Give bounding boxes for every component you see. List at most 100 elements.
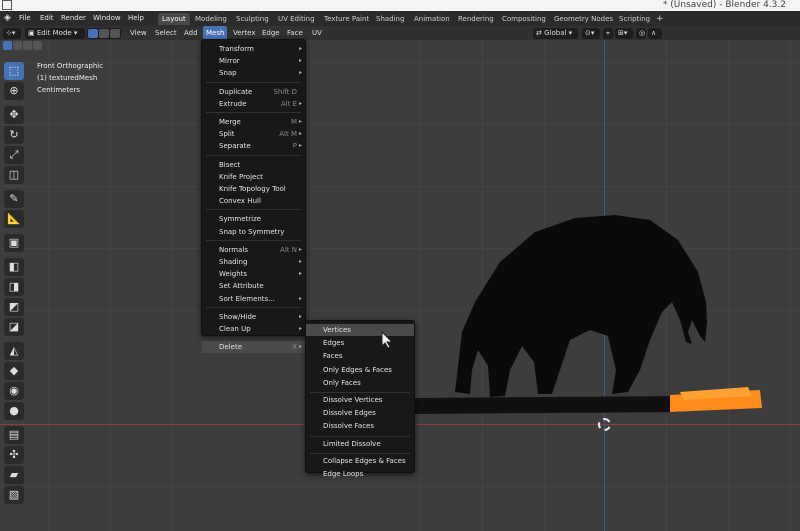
scale-tool-icon[interactable]: ⤢ [4, 146, 24, 164]
mesh-menu-merge[interactable]: Merge M ▸ [202, 116, 305, 128]
mesh-menu-shading[interactable]: Shading ▸ [202, 256, 305, 268]
mesh-menu-normals[interactable]: Normals Alt N ▸ [202, 244, 305, 256]
tab-compositing[interactable]: Compositing [498, 13, 550, 25]
delete-menu-dissolve-vertices[interactable]: Dissolve Vertices [306, 394, 414, 406]
tab-rendering[interactable]: Rendering [454, 13, 498, 25]
select-subtract-icon[interactable] [23, 41, 32, 50]
delete-menu-edge-loops[interactable]: Edge Loops [306, 468, 414, 480]
delete-menu-collapse-edges-faces[interactable]: Collapse Edges & Faces [306, 455, 414, 467]
header-menu-edge[interactable]: Edge [262, 26, 280, 40]
select-extend-icon[interactable] [13, 41, 22, 50]
editor-type-icon[interactable]: ⊹▾ [3, 28, 21, 39]
falloff-icon[interactable]: ∧ [648, 28, 662, 39]
move-tool-icon[interactable]: ✥ [4, 106, 24, 124]
menu-item-label: Transform [219, 45, 254, 53]
add-cube-tool-icon[interactable]: ▣ [4, 234, 24, 252]
extrude-region-tool-icon[interactable]: ◧ [4, 258, 24, 276]
submenu-arrow-icon: ▸ [298, 57, 302, 65]
proportional-edit-icon[interactable]: ◎ [636, 28, 646, 39]
mesh-menu-snap-to-symmetry[interactable]: Snap to Symmetry [202, 226, 305, 238]
rip-region-tool-icon[interactable]: ▧ [4, 486, 24, 504]
shortcut-label: Alt N [280, 245, 297, 254]
tab-animation[interactable]: Animation [410, 13, 454, 25]
transform-tool-icon[interactable]: ◫ [4, 166, 24, 184]
header-menu-vertex[interactable]: Vertex [233, 26, 256, 40]
header-menu-select[interactable]: Select [155, 26, 177, 40]
mesh-menu-separate[interactable]: Separate P ▸ [202, 140, 305, 152]
delete-menu-dissolve-edges[interactable]: Dissolve Edges [306, 407, 414, 419]
delete-menu-only-edges-faces[interactable]: Only Edges & Faces [306, 364, 414, 376]
header-menu-face[interactable]: Face [287, 26, 303, 40]
mesh-menu-set-attribute[interactable]: Set Attribute [202, 280, 305, 292]
select-invert-icon[interactable] [33, 41, 42, 50]
mesh-menu-knife-project[interactable]: Knife Project [202, 171, 305, 183]
mesh-menu-weights[interactable]: Weights ▸ [202, 268, 305, 280]
annotate-tool-icon[interactable]: ✎ [4, 190, 24, 208]
tab-layout[interactable]: Layout [158, 13, 190, 25]
pivot-icon[interactable]: ⊙▾ [582, 28, 600, 39]
mesh-menu-clean-up[interactable]: Clean Up ▸ [202, 323, 305, 335]
delete-menu-limited-dissolve[interactable]: Limited Dissolve [306, 438, 414, 450]
tab-texture-paint[interactable]: Texture Paint [320, 13, 373, 25]
edge-select-icon[interactable] [99, 29, 109, 38]
tab-sculpting[interactable]: Sculpting [232, 13, 273, 25]
delete-menu-dissolve-faces[interactable]: Dissolve Faces [306, 420, 414, 432]
menu-help[interactable]: Help [128, 11, 144, 26]
delete-menu-only-faces[interactable]: Only Faces [306, 377, 414, 389]
header-menu-view[interactable]: View [130, 26, 147, 40]
submenu-arrow-icon: ▸ [298, 270, 302, 278]
cursor-tool-icon[interactable]: ⊕ [4, 82, 24, 100]
snap-icon[interactable]: ⌖ [603, 28, 613, 39]
inset-faces-tool-icon[interactable]: ◨ [4, 278, 24, 296]
mesh-menu-split[interactable]: Split Alt M ▸ [202, 128, 305, 140]
mesh-menu-mirror[interactable]: Mirror ▸ [202, 55, 305, 67]
menu-separator [206, 306, 301, 308]
delete-menu-faces[interactable]: Faces [306, 350, 414, 362]
select-box-tool-icon[interactable]: ⬚ [4, 62, 24, 80]
poly-build-tool-icon[interactable]: ◆ [4, 362, 24, 380]
delete-menu-vertices[interactable]: Vertices [306, 324, 414, 336]
menu-render[interactable]: Render [61, 11, 86, 26]
menu-file[interactable]: File [19, 11, 31, 26]
mesh-menu-sort-elements[interactable]: Sort Elements... ▸ [202, 293, 305, 305]
mesh-menu-extrude[interactable]: Extrude Alt E ▸ [202, 98, 305, 110]
measure-tool-icon[interactable]: 📐 [4, 210, 24, 228]
snap-target-icon[interactable]: ⊞▾ [615, 28, 633, 39]
smooth-tool-icon[interactable]: ● [4, 402, 24, 420]
add-workspace-button[interactable]: + [652, 13, 668, 25]
header-menu-mesh[interactable]: Mesh [203, 26, 228, 40]
edge-slide-tool-icon[interactable]: ▤ [4, 426, 24, 444]
knife-tool-icon[interactable]: ◭ [4, 342, 24, 360]
menu-edit[interactable]: Edit [40, 11, 54, 26]
shear-tool-icon[interactable]: ▰ [4, 466, 24, 484]
mesh-menu-snap[interactable]: Snap ▸ [202, 67, 305, 79]
face-select-icon[interactable] [110, 29, 120, 38]
mesh-menu-delete[interactable]: Delete X ▸ [202, 341, 305, 354]
orientation-dropdown[interactable]: ⇄ Global ▾ [533, 28, 578, 39]
tab-geometry-nodes[interactable]: Geometry Nodes [550, 13, 617, 25]
mode-dropdown[interactable]: ▣ Edit Mode ▾ [25, 28, 85, 39]
delete-menu-edges[interactable]: Edges [306, 337, 414, 349]
header-menu-add[interactable]: Add [184, 26, 198, 40]
mesh-menu-symmetrize[interactable]: Symmetrize [202, 213, 305, 225]
bevel-tool-icon[interactable]: ◩ [4, 298, 24, 316]
mesh-menu-show-hide[interactable]: Show/Hide ▸ [202, 311, 305, 323]
rotate-tool-icon[interactable]: ↻ [4, 126, 24, 144]
blender-logo-icon[interactable]: ◈ [4, 11, 11, 26]
mesh-menu-knife-topology-tool[interactable]: Knife Topology Tool [202, 183, 305, 195]
tab-scripting[interactable]: Scripting [615, 13, 654, 25]
spin-tool-icon[interactable]: ◉ [4, 382, 24, 400]
shrink-fatten-tool-icon[interactable]: ✣ [4, 446, 24, 464]
menu-window[interactable]: Window [93, 11, 121, 26]
mesh-menu-convex-hull[interactable]: Convex Hull [202, 195, 305, 207]
vertex-select-icon[interactable] [88, 29, 98, 38]
tab-modeling[interactable]: Modeling [191, 13, 231, 25]
mesh-menu-bisect[interactable]: Bisect [202, 159, 305, 171]
select-new-icon[interactable] [3, 41, 12, 50]
mesh-menu-transform[interactable]: Transform ▸ [202, 43, 305, 55]
mesh-menu-duplicate[interactable]: Duplicate Shift D [202, 86, 305, 98]
tab-uv-editing[interactable]: UV Editing [274, 13, 319, 25]
tab-shading[interactable]: Shading [372, 13, 408, 25]
header-menu-uv[interactable]: UV [312, 26, 322, 40]
loop-cut-tool-icon[interactable]: ◪ [4, 318, 24, 336]
